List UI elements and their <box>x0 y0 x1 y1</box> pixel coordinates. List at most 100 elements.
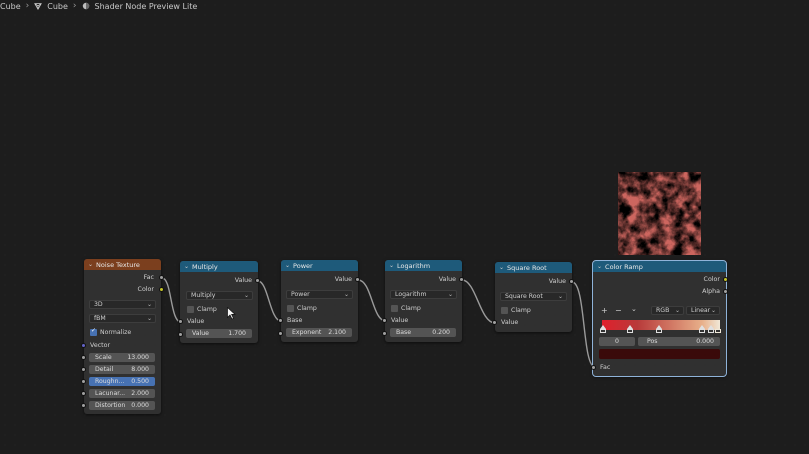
scale-field[interactable]: Scale 13.000 <box>89 353 155 362</box>
clamp-label: Clamp <box>197 306 217 313</box>
ramp-stop-handle-base[interactable] <box>708 329 714 333</box>
input-value-socket[interactable] <box>492 320 497 325</box>
output-value-socket[interactable] <box>569 279 574 284</box>
output-color-label: Color <box>703 276 720 283</box>
link-sqrt-ramp <box>571 281 596 368</box>
output-color-label: Color <box>137 286 154 293</box>
stop-position-field[interactable]: Pos 0.000 <box>638 337 720 346</box>
link-noise-multiply <box>161 277 182 323</box>
output-value-socket[interactable] <box>255 278 260 283</box>
collapse-chevron-icon[interactable]: ⌄ <box>88 261 93 268</box>
output-value-socket[interactable] <box>459 277 464 282</box>
input-value-socket[interactable] <box>382 318 387 323</box>
node-title: Logarithm <box>397 261 431 270</box>
clamp-label: Clamp <box>401 305 421 312</box>
node-title: Multiply <box>192 262 218 271</box>
lacunarity-socket[interactable] <box>81 391 86 396</box>
output-value-socket[interactable] <box>355 277 360 282</box>
input-base-label: Base <box>287 317 303 324</box>
interpolation-dropdown[interactable]: Linear ⌄ <box>686 306 720 315</box>
color-mode-dropdown[interactable]: RGB ⌄ <box>651 306 684 315</box>
node-header[interactable]: ⌄ Logarithm <box>385 260 462 271</box>
output-fac-socket[interactable] <box>159 275 164 280</box>
lacunarity-field[interactable]: Lacunar... 2.000 <box>89 389 155 398</box>
output-value-label: Value <box>438 276 456 283</box>
node-title: Power <box>293 261 313 270</box>
detail-socket[interactable] <box>81 367 86 372</box>
exponent-socket[interactable] <box>278 331 283 336</box>
chevron-down-icon: ⌄ <box>243 292 249 299</box>
add-stop-button[interactable]: + <box>601 306 608 315</box>
roughness-socket[interactable] <box>81 379 86 384</box>
ramp-stop-handle-base[interactable] <box>699 329 705 333</box>
node-header[interactable]: ⌄ Noise Texture <box>84 259 161 270</box>
collapse-chevron-icon[interactable]: ⌄ <box>184 263 189 270</box>
input-value-label: Value <box>501 319 519 326</box>
node-header[interactable]: ⌄ Color Ramp <box>593 261 726 272</box>
dimension-dropdown[interactable]: 3D ⌄ <box>89 300 156 309</box>
clamp-checkbox[interactable] <box>287 305 294 312</box>
ramp-stop-handle-base[interactable] <box>715 329 721 333</box>
vector-label: Vector <box>90 342 111 349</box>
clamp-label: Clamp <box>511 307 531 314</box>
operation-dropdown[interactable]: Logarithm ⌄ <box>390 290 457 299</box>
chevron-down-icon: ⌄ <box>557 293 563 300</box>
chevron-down-icon: ⌄ <box>146 315 152 322</box>
chevron-right-icon: › <box>72 1 77 11</box>
operation-dropdown[interactable]: Square Root ⌄ <box>500 292 567 301</box>
scale-socket[interactable] <box>81 355 86 360</box>
operation-dropdown[interactable]: Multiply ⌄ <box>186 291 253 300</box>
distortion-socket[interactable] <box>81 403 86 408</box>
normalize-label: Normalize <box>100 329 132 336</box>
output-color-socket[interactable] <box>723 277 728 282</box>
operation-dropdown[interactable]: Power ⌄ <box>286 290 353 299</box>
stop-index-field[interactable]: 0 <box>599 337 635 346</box>
node-preview-image <box>618 172 701 255</box>
output-value-label: Value <box>234 277 252 284</box>
stop-color-swatch[interactable] <box>599 349 720 359</box>
base-field[interactable]: Base 0.200 <box>390 328 456 337</box>
output-value-label: Value <box>334 276 352 283</box>
vector-input-socket[interactable] <box>81 343 86 348</box>
node-header[interactable]: ⌄ Square Root <box>495 262 572 273</box>
roughness-field[interactable]: Roughn... 0.500 <box>89 377 155 386</box>
chevron-down-icon: ⌄ <box>674 307 680 314</box>
clamp-checkbox[interactable] <box>501 307 508 314</box>
clamp-checkbox[interactable] <box>391 305 398 312</box>
breadcrumb: Cube › Cube › Shader Node Preview Lite <box>0 0 197 12</box>
output-alpha-socket[interactable] <box>723 289 728 294</box>
noise-type-dropdown[interactable]: fBM ⌄ <box>89 314 156 323</box>
breadcrumb-item-material[interactable]: Shader Node Preview Lite <box>95 2 198 11</box>
collapse-chevron-icon[interactable]: ⌄ <box>389 262 394 269</box>
distortion-field[interactable]: Distortion 0.000 <box>89 401 155 410</box>
input-value-socket[interactable] <box>178 319 183 324</box>
detail-field[interactable]: Detail 8.000 <box>89 365 155 374</box>
node-header[interactable]: ⌄ Power <box>281 260 358 271</box>
node-header[interactable]: ⌄ Multiply <box>180 261 258 272</box>
ramp-menu-button[interactable]: ⌄ <box>631 305 637 313</box>
remove-stop-button[interactable]: − <box>615 306 622 315</box>
ramp-stop-handle-base[interactable] <box>600 329 606 333</box>
output-fac-label: Fac <box>143 274 154 281</box>
collapse-chevron-icon[interactable]: ⌄ <box>499 264 504 271</box>
exponent-field[interactable]: Exponent 2.100 <box>286 328 352 337</box>
breadcrumb-item-object[interactable]: Cube <box>0 2 21 11</box>
link-power-log <box>357 279 387 322</box>
clamp-checkbox[interactable] <box>187 306 194 313</box>
collapse-chevron-icon[interactable]: ⌄ <box>285 262 290 269</box>
value-field[interactable]: Value 1.700 <box>186 329 252 338</box>
normalize-checkbox[interactable] <box>90 327 97 336</box>
input-fac-socket[interactable] <box>591 365 596 370</box>
base-socket[interactable] <box>382 331 387 336</box>
value-socket[interactable] <box>178 332 183 337</box>
chevron-down-icon: ⌄ <box>343 291 349 298</box>
mesh-icon <box>34 3 43 10</box>
output-color-socket[interactable] <box>159 287 164 292</box>
breadcrumb-item-mesh[interactable]: Cube <box>47 2 68 11</box>
input-base-socket[interactable] <box>278 318 283 323</box>
ramp-stop-handle-base[interactable] <box>627 329 633 333</box>
collapse-chevron-icon[interactable]: ⌄ <box>597 263 602 270</box>
ramp-stop-handle-base[interactable] <box>656 329 662 333</box>
link-log-sqrt <box>461 279 496 324</box>
link-multiply-power <box>257 280 282 322</box>
